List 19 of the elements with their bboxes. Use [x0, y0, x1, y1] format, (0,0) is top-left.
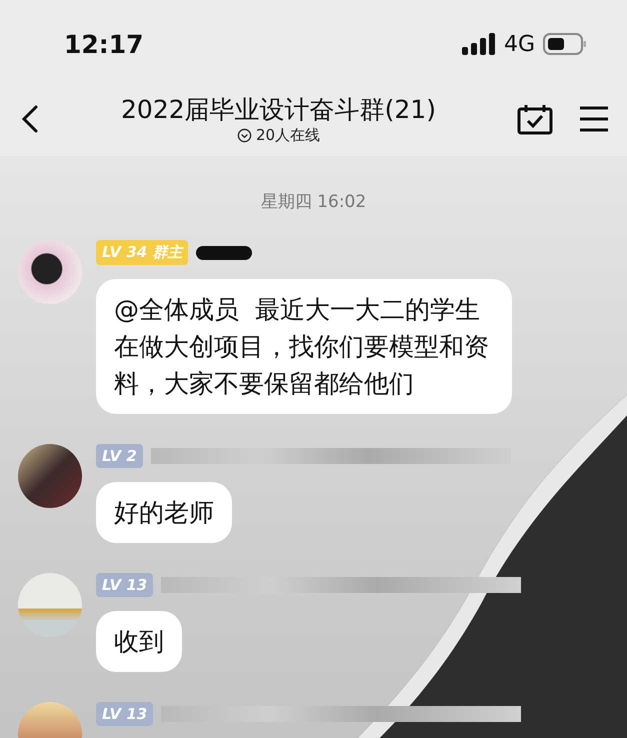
level-badge: LV 34 群主: [96, 240, 188, 265]
signal-icon: [462, 33, 496, 55]
battery-icon: [543, 33, 587, 55]
status-time: 12:17: [64, 30, 144, 58]
online-count: 20人在线: [256, 126, 320, 145]
redacted-name: [196, 246, 252, 260]
chevron-circle-icon[interactable]: [236, 128, 252, 143]
level-badge: LV 13: [96, 702, 154, 726]
calendar-check-icon[interactable]: [517, 103, 553, 135]
date-divider: 星期四 16:02: [260, 191, 366, 213]
level-badge: LV 2: [96, 444, 143, 468]
level-badge: LV 13: [96, 573, 154, 597]
network-label: 4G: [504, 32, 535, 56]
chat-title: 2022届毕业设计奋斗群(21): [121, 94, 436, 126]
menu-icon[interactable]: [579, 106, 609, 132]
message-bubble: @全体成员 最近大一大二的学生在做大创项目，找你们要模型和资料，大家不要保留都给他们: [96, 279, 512, 414]
back-icon[interactable]: [20, 104, 40, 134]
message-bubble: 好的老师: [96, 482, 232, 543]
message-bubble: 收到: [96, 611, 182, 672]
